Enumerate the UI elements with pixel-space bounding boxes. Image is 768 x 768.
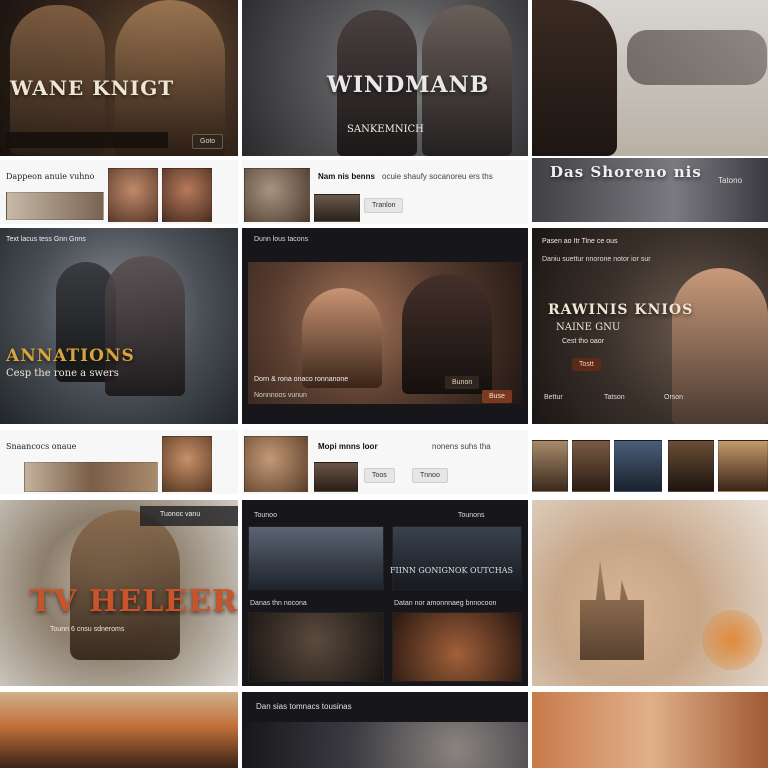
- character-figure: [532, 0, 617, 156]
- thumbnail[interactable]: [244, 436, 308, 492]
- poster-nav-secondary: Daniu suettur nnorone notor ior sur: [542, 256, 651, 263]
- poster-tile-annations[interactable]: Text lacus tess Gnn Gnns ANNATIONS Cesp …: [0, 228, 238, 424]
- thumbnail[interactable]: [248, 526, 384, 590]
- poster-artwork: [532, 692, 768, 768]
- footer-link[interactable]: Bettur: [544, 394, 563, 401]
- tile-caption-secondary: Nonnnoos vunun: [254, 392, 307, 399]
- poster-title: TV HELEERS: [30, 584, 238, 619]
- thumbnail[interactable]: [162, 436, 212, 492]
- fire-glow: [702, 610, 762, 670]
- poster-tile-rawinis-knios[interactable]: Pasen ao Itr Tine ce ous Daniu suettur n…: [532, 228, 768, 424]
- thumbnail[interactable]: [718, 440, 768, 492]
- tnnoo-button[interactable]: Tnnoo: [412, 468, 448, 483]
- thumbnail[interactable]: [244, 168, 310, 222]
- thumbnail[interactable]: [24, 462, 158, 492]
- goto-button[interactable]: Goto: [192, 134, 224, 149]
- bunon-button[interactable]: Bunon: [445, 376, 480, 389]
- thumbnail[interactable]: [572, 440, 610, 492]
- character-figure: [672, 268, 768, 424]
- tostt-button[interactable]: Tostt: [572, 358, 601, 371]
- thumbnail[interactable]: [314, 194, 360, 222]
- poster-title: Das Shoreno nis: [550, 163, 702, 181]
- poster-tile-battle-scene[interactable]: [532, 0, 768, 156]
- strip-description: ocuie shaufy socanoreu ers ths: [382, 172, 493, 181]
- thumbnail[interactable]: [532, 440, 568, 492]
- tile-header-right: Tounons: [458, 512, 485, 519]
- thumbnail[interactable]: [314, 462, 358, 492]
- poster-tile-dark-banner[interactable]: Dan sias tomnacs tousinas: [242, 692, 528, 768]
- listing-strip[interactable]: Nam nis benns ocuie shaufy socanoreu ers…: [242, 160, 528, 224]
- poster-footer-bar: [6, 132, 168, 148]
- tile-header: Tounoo: [254, 512, 277, 519]
- tile-header: Dunn lous tacons: [254, 236, 309, 243]
- poster-tile-windmanb[interactable]: WINDMANB SANKEMNICH: [242, 0, 528, 156]
- thumbnail[interactable]: [162, 168, 212, 222]
- poster-subtitle-secondary: Cest tho oaor: [562, 338, 605, 345]
- poster-tile-player[interactable]: Dunn lous tacons Dorn & rona onaco ronna…: [242, 228, 528, 424]
- strip-heading: Dappeon anuie vuhno: [6, 172, 95, 181]
- thumbnail[interactable]: [668, 440, 714, 492]
- thumbnail[interactable]: [248, 612, 384, 682]
- thumbnail[interactable]: [614, 440, 662, 492]
- poster-subtitle: Tounn 6 cnsu sdneroms: [50, 626, 125, 633]
- poster-tile-gallery[interactable]: Tounoo Tounons FIINN GONIGNOK OUTCHAS Da…: [242, 500, 528, 686]
- poster-artwork: [242, 722, 528, 768]
- poster-tile-das-shoreno[interactable]: Das Shoreno nis Tatono: [532, 158, 768, 222]
- thumbnail[interactable]: [6, 192, 104, 220]
- strip-description: nonens suhs tha: [432, 442, 491, 451]
- poster-subtitle: NAINE GNU: [556, 322, 621, 333]
- tile-caption: Dorn & rona onaco ronnanone: [254, 376, 349, 383]
- poster-title: WINDMANB: [327, 72, 490, 98]
- poster-banner-text: Tuonoc vanu: [160, 511, 201, 518]
- poster-nav: Text lacus tess Gnn Gnns: [6, 236, 86, 243]
- poster-tile-tv-heleers[interactable]: Tuonoc vanu TV HELEERS Tounn 6 cnsu sdne…: [0, 500, 238, 686]
- poster-title: RAWINIS KNIOS: [548, 302, 694, 318]
- thumbnail[interactable]: [392, 526, 522, 590]
- gallery-title: FIINN GONIGNOK OUTCHAS: [390, 566, 513, 575]
- poster-tile-ember[interactable]: [532, 692, 768, 768]
- character-figure: [302, 288, 382, 388]
- buse-button[interactable]: Buse: [482, 390, 512, 403]
- toos-button[interactable]: Toos: [364, 468, 395, 483]
- listing-strip[interactable]: Snaancocs onaue: [0, 430, 238, 494]
- horde-silhouette: [627, 30, 767, 85]
- strip-title: Mopi mnns loor: [318, 442, 378, 451]
- thumbnail[interactable]: [108, 168, 158, 222]
- poster-title: WANE KNIGT: [10, 76, 175, 100]
- strip-heading: Snaancocs onaue: [6, 442, 77, 451]
- poster-tile-fire-city[interactable]: [0, 692, 238, 768]
- poster-tile-castle[interactable]: [532, 500, 768, 686]
- gallery-label: Datan nor amonnnaeg bnnocoon: [394, 600, 497, 607]
- strip-title: Nam nis benns: [318, 172, 375, 181]
- listing-strip[interactable]: Dappeon anuie vuhno: [0, 160, 238, 328]
- thumbnail-row: [532, 436, 768, 494]
- footer-link[interactable]: Tatson: [604, 394, 625, 401]
- thumbnail[interactable]: [392, 612, 522, 682]
- poster-subtitle: SANKEMNICH: [347, 124, 424, 135]
- tranlon-button[interactable]: Tranlon: [364, 198, 404, 213]
- listing-strip[interactable]: Mopi mnns loor nonens suhs tha Toos Tnno…: [242, 430, 528, 494]
- footer-link[interactable]: Orson: [664, 394, 683, 401]
- poster-button[interactable]: Tatono: [718, 176, 742, 185]
- tile-title: Dan sias tomnacs tousinas: [256, 702, 352, 711]
- poster-tile-wane-knigt[interactable]: WANE KNIGT Goto: [0, 0, 238, 156]
- poster-artwork: [0, 692, 238, 768]
- gallery-label: Danas thn nocona: [250, 600, 307, 607]
- poster-title: ANNATIONS: [6, 346, 135, 366]
- poster-nav: Pasen ao Itr Tine ce ous: [542, 238, 618, 245]
- poster-subtitle: Cesp the rone a swers: [6, 368, 119, 379]
